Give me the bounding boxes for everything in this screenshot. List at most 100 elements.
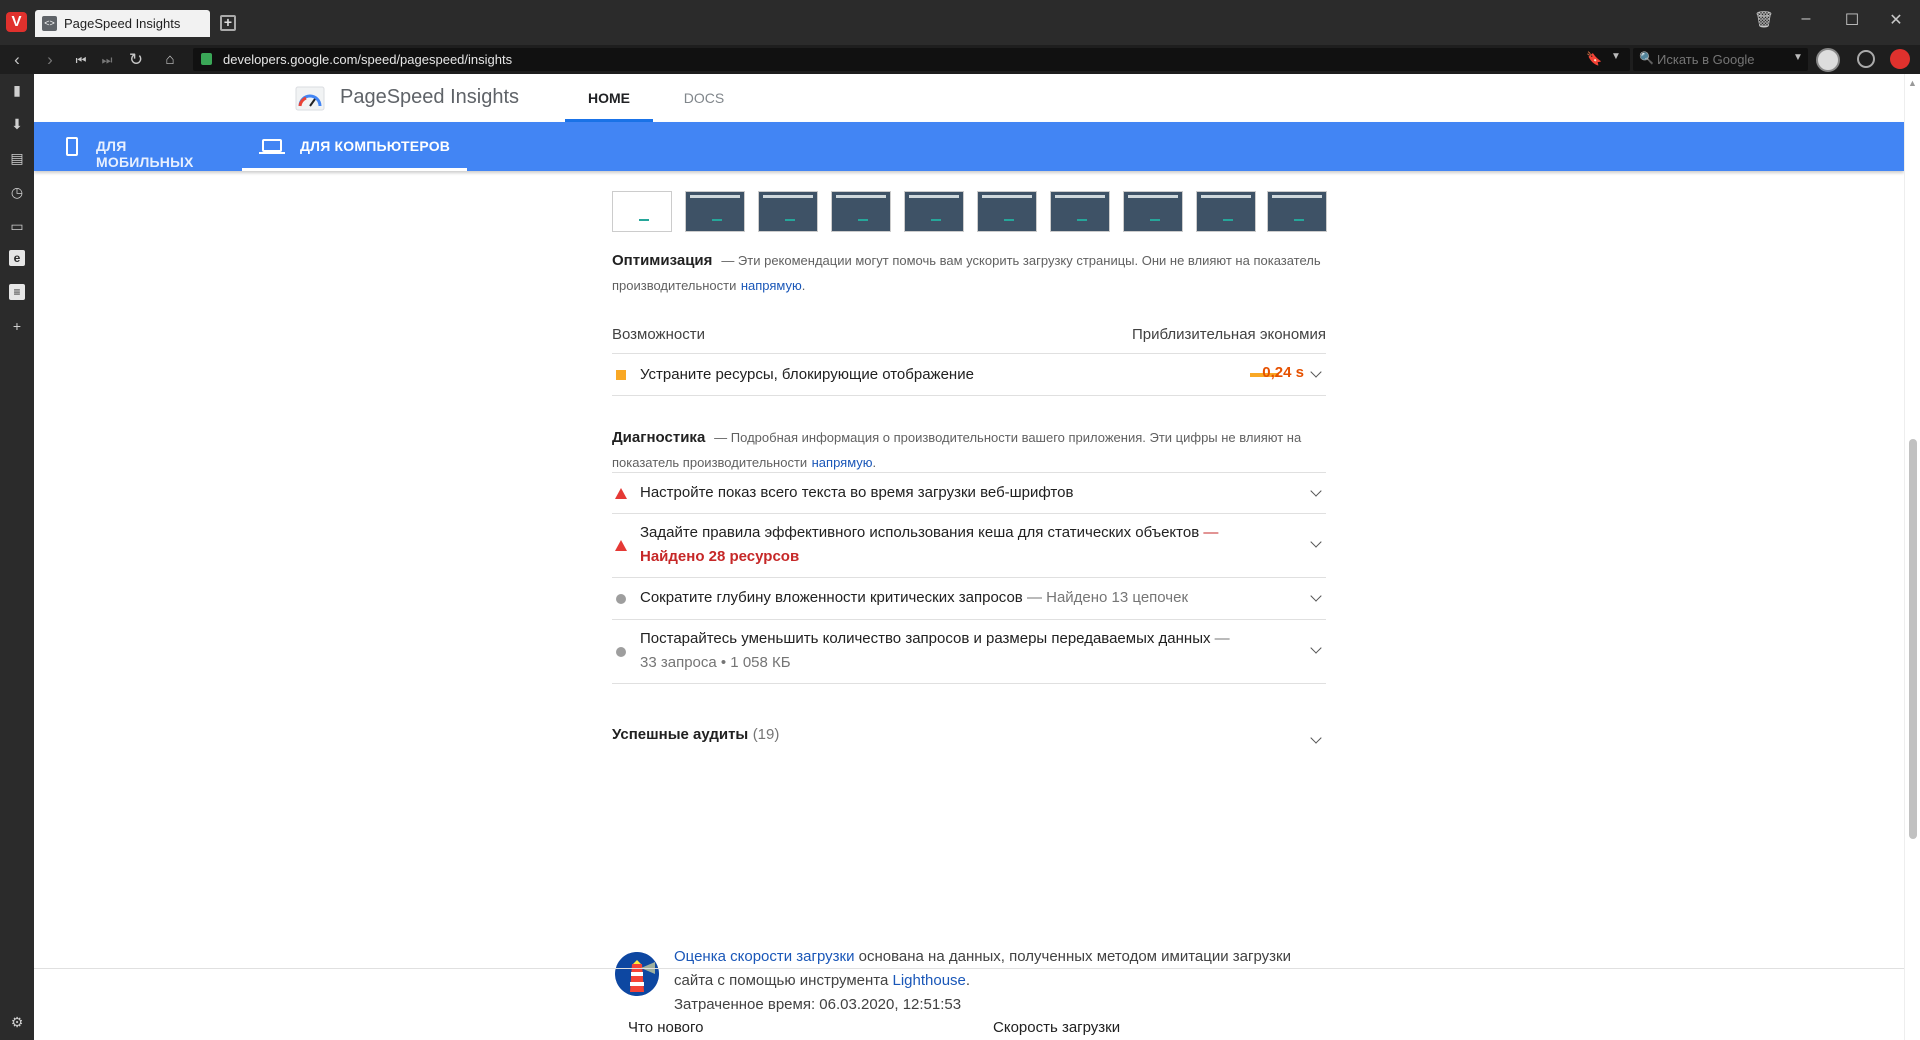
diagnostics-description: Диагностика — Подробная информация о про… [612,429,1302,470]
lighthouse-note: Оценка скорости загрузки основана на дан… [612,945,1326,1025]
psi-title: PageSpeed Insights [340,86,520,108]
diagnostic-row[interactable]: Настройте показ всего текста во время за… [612,472,1326,514]
diagnostic-text: Постарайтесь уменьшить количество запрос… [640,627,1290,675]
scroll-thumb[interactable] [1909,439,1917,839]
web-panel-e-icon[interactable]: e [9,250,25,266]
diagnostics-link[interactable]: напрямую [812,455,873,470]
notes-panel-icon[interactable]: ▤ [9,150,25,166]
nav-home-tab[interactable]: HOME [565,74,653,122]
close-window-icon[interactable]: ✕ [1884,10,1908,30]
opportunities-label: Возможности [612,326,705,343]
chevron-down-icon[interactable] [1310,366,1322,378]
bookmarks-panel-icon[interactable]: ▮ [9,82,25,98]
browser-nav-bar: ‹ › ⏮ ⏭ ↻ ⌂ developers.google.com/speed/… [0,45,1920,74]
filmstrip-frame [1267,191,1327,232]
lighthouse-link[interactable]: Lighthouse [893,972,966,989]
device-tab-bar: ДЛЯ МОБИЛЬНЫХ ДЛЯ КОМПЬЮТЕРОВ [34,122,1904,171]
url-text[interactable]: developers.google.com/speed/pagespeed/in… [223,52,512,67]
diagnostic-text: Задайте правила эффективного использован… [640,521,1280,569]
diagnostic-label: Постарайтесь уменьшить количество запрос… [640,630,1211,647]
footer-load-speed[interactable]: Скорость загрузки [993,1019,1120,1036]
filmstrip-frame [904,191,964,232]
laptop-icon [259,139,285,154]
chevron-down-icon[interactable]: ▼ [1611,51,1621,62]
diagnostics-desc: — Подробная информация о производительно… [612,430,1302,470]
diagnostic-row[interactable]: Постарайтесь уменьшить количество запрос… [612,620,1326,684]
nav-docs-tab[interactable]: DOCS [674,74,734,122]
lock-icon [201,53,212,65]
diagnostic-label: Настройте показ всего текста во время за… [640,484,1074,501]
globe-icon[interactable] [1857,50,1875,68]
passed-audits-row[interactable]: Успешные аудиты (19) [612,726,1326,756]
optimization-link[interactable]: напрямую [741,278,802,293]
chevron-down-icon[interactable] [1310,590,1322,602]
chevron-down-icon[interactable] [1310,485,1322,497]
optimization-description: Оптимизация — Эти рекомендации могут пом… [612,252,1321,293]
opportunity-row[interactable]: Устраните ресурсы, блокирующие отображен… [612,354,1326,396]
minimize-icon[interactable]: – [1794,10,1818,28]
forward-icon[interactable]: › [39,49,61,71]
new-tab-plus-icon[interactable]: + [220,15,236,31]
profile-avatar-icon[interactable] [1816,48,1840,72]
search-input[interactable] [1657,50,1787,69]
diagnostic-label: Задайте правила эффективного использован… [640,524,1200,541]
trash-icon[interactable]: 🗑 [1752,10,1776,30]
filmstrip-frame [1050,191,1110,232]
filmstrip-frame [612,191,672,232]
filmstrip-frame [1196,191,1256,232]
savings-label: Приблизительная экономия [1131,326,1326,343]
bookmark-icon[interactable]: 🔖 [1586,51,1602,67]
fast-forward-icon[interactable]: ⏭ [96,49,118,71]
info-circle-icon [616,647,626,657]
filmstrip [612,191,1327,233]
savings-value: 0,24 s [1262,364,1304,381]
diagnostic-row[interactable]: Задайте правила эффективного использован… [612,514,1326,578]
search-icon: 🔍 [1639,51,1654,65]
phone-icon [66,137,78,156]
passed-audits-title: Успешные аудиты [612,726,749,743]
history-panel-icon[interactable]: ◷ [9,184,25,200]
add-panel-plus-icon[interactable]: + [9,318,25,334]
back-icon[interactable]: ‹ [6,49,28,71]
web-panel-icon[interactable]: ≡ [9,284,25,300]
tab-desktop[interactable]: ДЛЯ КОМПЬЮТЕРОВ [242,122,467,171]
chevron-down-icon[interactable] [1310,536,1322,548]
downloads-panel-icon[interactable]: ⬇ [9,116,25,132]
diagnostic-text: Сократите глубину вложенности критически… [640,586,1188,610]
chevron-down-icon[interactable] [1310,642,1322,654]
rewind-icon[interactable]: ⏮ [70,49,92,71]
maximize-icon[interactable]: ☐ [1840,10,1864,30]
diagnostic-row[interactable]: Сократите глубину вложенности критически… [612,578,1326,620]
settings-gear-icon[interactable]: ⚙ [9,1014,25,1030]
reload-icon[interactable]: ↻ [125,49,147,71]
tab-desktop-label: ДЛЯ КОМПЬЮТЕРОВ [300,138,451,154]
speed-score-link[interactable]: Оценка скорости загрузки [674,948,854,965]
page-scrollbar[interactable]: ▲ [1904,74,1920,1040]
extension-icon[interactable] [1890,49,1910,69]
search-engine-dropdown-icon[interactable]: ▼ [1793,52,1803,63]
footer-whats-new[interactable]: Что нового [628,1019,703,1036]
filmstrip-frame [685,191,745,232]
filmstrip-frame [758,191,818,232]
diagnostic-detail: 33 запроса • 1 058 КБ [640,654,791,671]
window-panel-icon[interactable]: ▭ [9,218,25,234]
diagnostic-label: Сократите глубину вложенности критически… [640,589,1023,606]
vivaldi-menu-icon[interactable]: V [6,12,27,32]
side-panel: ▮ ⬇ ▤ ◷ ▭ e ≡ + ⚙ [0,74,34,1040]
tab-mobile[interactable]: ДЛЯ МОБИЛЬНЫХ [58,122,228,171]
psi-header: PageSpeed Insights HOME DOCS [34,74,1904,122]
search-bar[interactable]: 🔍 ▼ [1633,48,1808,71]
pagespeed-favicon-icon: <> [42,16,57,31]
passed-audits-count: (19) [752,726,780,743]
optimization-title: Оптимизация [612,252,713,269]
web-page: PageSpeed Insights HOME DOCS ДЛЯ МОБИЛЬН… [34,74,1904,1040]
chevron-down-icon[interactable] [1310,732,1322,744]
diagnostic-detail: Найдено 28 ресурсов [640,548,800,565]
opportunities-header: Возможности Приблизительная экономия [612,326,1326,354]
home-icon[interactable]: ⌂ [159,49,181,71]
diagnostics-title: Диагностика [612,429,706,446]
browser-tab-active[interactable]: <> PageSpeed Insights [35,10,210,37]
scroll-up-icon[interactable]: ▲ [1908,78,1917,88]
diagnostic-detail: — Найдено 13 цепочек [1026,589,1189,606]
address-bar[interactable]: developers.google.com/speed/pagespeed/in… [193,48,1630,71]
